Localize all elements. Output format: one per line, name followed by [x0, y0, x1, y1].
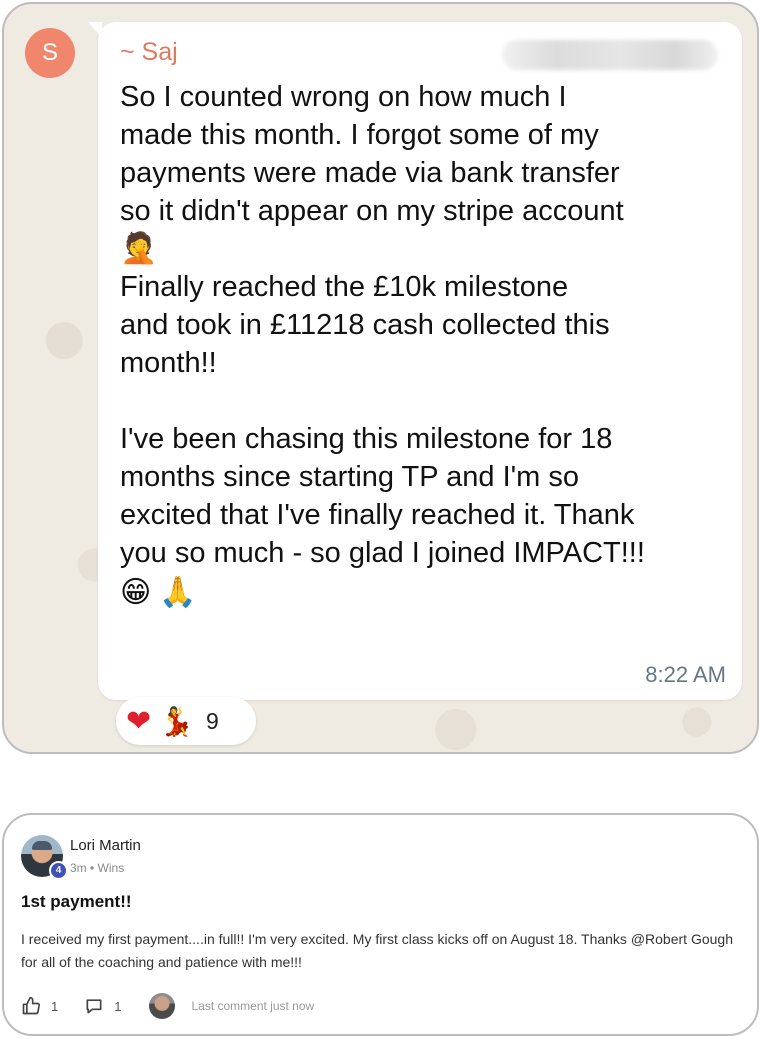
post-meta: 3m • Wins [70, 861, 125, 875]
author-name[interactable]: Lori Martin [70, 837, 141, 854]
emoji-line: 😁 🙏 [120, 574, 728, 612]
heart-reaction-icon: ❤ [126, 703, 152, 739]
commenter-avatar[interactable] [149, 993, 176, 1019]
message-bubble[interactable]: ~ Saj So I counted wrong on how much I m… [88, 22, 742, 700]
comment-count: 1 [114, 998, 122, 1014]
grinning-emoji-icon: 😁 [120, 575, 152, 610]
praying-hands-emoji-icon: 🙏 [159, 575, 197, 610]
last-comment-time[interactable]: Last comment just now [191, 999, 314, 1013]
redacted-phone-number [502, 40, 718, 70]
comment-icon[interactable] [84, 996, 104, 1016]
avatar-cap-shape [32, 841, 52, 850]
reactions-pill[interactable]: ❤ 💃 9 [116, 697, 256, 745]
like-count: 1 [51, 998, 59, 1014]
thumbs-up-icon[interactable] [21, 996, 41, 1016]
level-badge: 4 [49, 861, 68, 880]
message-paragraph-1: So I counted wrong on how much I made th… [120, 81, 624, 227]
post-footer: 1 1 Last comment just now [21, 993, 441, 1019]
reaction-count: 9 [206, 707, 219, 734]
post-title[interactable]: 1st payment!! [21, 892, 132, 912]
facepalm-emoji-icon: 🤦 [120, 231, 158, 266]
post-body: I received my first payment....in full!!… [21, 931, 733, 970]
message-text: So I counted wrong on how much I made th… [120, 78, 728, 612]
message-timestamp: 8:22 AM [645, 662, 726, 687]
sender-avatar[interactable]: S [25, 28, 75, 78]
community-post-card: 4 Lori Martin 3m • Wins 1st payment!! I … [2, 813, 759, 1036]
dancer-reaction-icon: 💃 [159, 704, 195, 738]
chat-screenshot-card: S ~ Saj So I counted wrong on how much I… [2, 2, 759, 754]
avatar-letter: S [41, 39, 58, 66]
message-paragraph-3: I've been chasing this milestone for 18 … [120, 423, 645, 569]
facepalm-emoji-line: 🤦 [120, 230, 728, 268]
sender-name[interactable]: ~ Saj [120, 38, 178, 67]
message-paragraph-2: Finally reached the £10k milestone and t… [120, 271, 610, 379]
